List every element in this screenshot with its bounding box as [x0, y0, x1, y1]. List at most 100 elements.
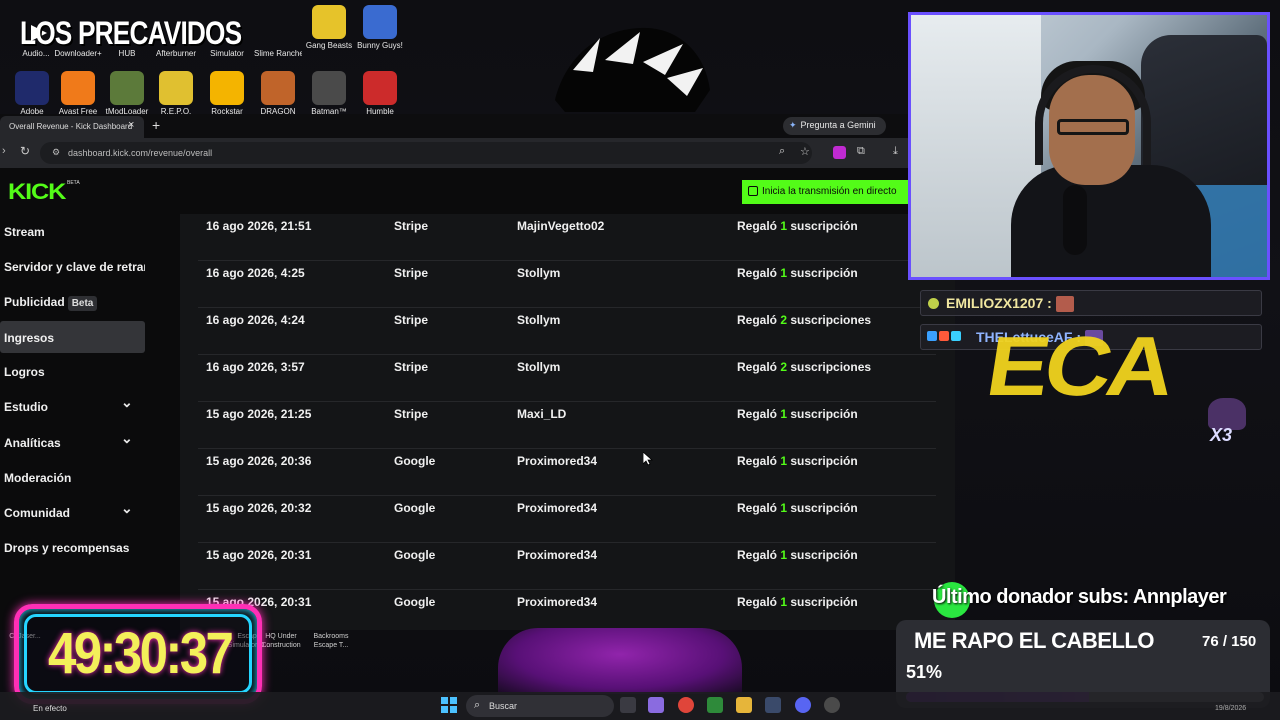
store-icon[interactable]	[765, 697, 781, 713]
desktop-icon[interactable]: Avast Free	[54, 71, 102, 116]
desktop-icon[interactable]: Humble	[356, 71, 404, 116]
taskbar-weather-text[interactable]: En efecto	[33, 704, 67, 713]
search-icon: ⌕	[474, 699, 481, 711]
desktop-icon[interactable]: Bunny Guys!	[356, 5, 404, 50]
webcam-feed	[908, 12, 1270, 280]
tab-overall-revenue[interactable]: Overall Revenue - Kick Dashboard	[0, 116, 144, 138]
back-arrow-icon[interactable]: ›	[2, 145, 6, 157]
tab-bar: Overall Revenue - Kick Dashboard × + ✦ Pr…	[0, 114, 910, 138]
mouse-cursor-icon	[643, 452, 653, 466]
desktop-icon[interactable]: tModLoader	[103, 71, 151, 116]
desktop-icon[interactable]: Gang Beasts	[305, 5, 353, 50]
table-row[interactable]: 16 ago 2026, 21:51 Stripe MajinVegetto02 Re…	[198, 214, 936, 261]
chat-message: EMILIOZX1207 :	[920, 290, 1262, 316]
app-icon	[312, 71, 346, 105]
table-row[interactable]: 15 ago 2026, 20:32 Google Proximored34 Rega…	[198, 496, 936, 543]
row-date: 15 ago 2026, 21:25	[206, 407, 312, 421]
sidebar-item[interactable]: Moderación	[0, 461, 145, 493]
sidebar-item-label: Estudio	[4, 400, 48, 414]
table-row[interactable]: 16 ago 2026, 4:25 Stripe Stollym Regaló 1 s…	[198, 261, 936, 308]
chrome-icon[interactable]	[678, 697, 694, 713]
sidebar-item[interactable]: Drops y recompensas	[0, 531, 145, 563]
channel-name: LOS PRECAVIDOS	[20, 14, 242, 51]
app-icon	[61, 71, 95, 105]
gemini-label: Pregunta a Gemini	[800, 120, 876, 130]
row-action: Regaló 1 suscripción	[737, 266, 858, 280]
sidebar-item[interactable]: Logros	[0, 355, 145, 387]
desktop-icon[interactable]: R.E.P.O.	[152, 71, 200, 116]
bookmark-star-icon[interactable]: ☆	[800, 145, 810, 158]
close-tab-icon[interactable]: ×	[128, 119, 134, 131]
table-row[interactable]: 15 ago 2026, 20:31 Google Proximored34 Rega…	[198, 543, 936, 590]
sidebar-item[interactable]: Publicidad Beta	[0, 285, 145, 317]
copilot-icon[interactable]	[648, 697, 664, 713]
browser-toolbar: › ↻ ⚙ dashboard.kick.com/revenue/overall…	[0, 138, 910, 168]
start-button[interactable]	[441, 697, 457, 713]
sidebar-item[interactable]: Comunidad ⌄	[0, 496, 145, 528]
row-username: Proximored34	[517, 454, 598, 468]
task-view-icon[interactable]	[620, 697, 636, 713]
gemini-button[interactable]: ✦ Pregunta a Gemini	[783, 117, 886, 135]
chevron-down-icon[interactable]: ⌄	[121, 394, 133, 411]
emote-icon	[1055, 296, 1074, 313]
app-icon	[15, 71, 49, 105]
goal-title: ME RAPO EL CABELLO	[914, 628, 1154, 653]
sidebar-item[interactable]: Stream	[0, 215, 145, 247]
table-row[interactable]: 16 ago 2026, 4:24 Stripe Stollym Regaló 2 s…	[198, 308, 936, 355]
reload-icon[interactable]: ↻	[20, 144, 30, 158]
row-date: 16 ago 2026, 4:24	[206, 313, 305, 327]
row-username: Proximored34	[517, 548, 598, 562]
chat-badge-icon	[928, 298, 939, 309]
desktop-icon[interactable]: Backrooms Escape T...	[306, 632, 356, 650]
row-action: Regaló 1 suscripción	[737, 454, 858, 468]
zoom-icon[interactable]: ⌕	[779, 145, 785, 158]
row-action: Regaló 1 suscripción	[737, 219, 858, 233]
app-icon	[363, 5, 397, 39]
chat-username: EMILIOZX1207 :	[946, 295, 1052, 311]
extension-icon[interactable]	[833, 146, 846, 159]
kick-header: KICK BETA Inicia la transmisión en direc…	[0, 168, 910, 214]
chevron-down-icon[interactable]: ⌄	[121, 430, 133, 447]
desktop-icon[interactable]: HQ Under Construction	[256, 632, 306, 650]
xbox-icon[interactable]	[707, 697, 723, 713]
row-date: 15 ago 2026, 20:31	[206, 548, 312, 562]
row-action: Regaló 1 suscripción	[737, 595, 858, 609]
sidebar-item[interactable]: Estudio ⌄	[0, 390, 145, 422]
row-payment-method: Google	[394, 454, 436, 468]
chevron-down-icon[interactable]: ⌄	[121, 500, 133, 517]
row-action: Regaló 2 suscripciones	[737, 360, 872, 374]
table-row[interactable]: 15 ago 2026, 20:31 Google Proximored34 Rega…	[198, 590, 936, 630]
table-row[interactable]: 15 ago 2026, 21:25 Stripe Maxi_LD Regaló 1 …	[198, 402, 936, 449]
desktop-icon[interactable]: Rockstar	[203, 71, 251, 116]
row-date: 15 ago 2026, 20:36	[206, 454, 312, 468]
desktop-icon-label: Bunny Guys!	[357, 41, 403, 50]
row-payment-method: Google	[394, 501, 436, 515]
address-bar[interactable]: ⚙ dashboard.kick.com/revenue/overall	[40, 142, 812, 164]
beta-badge: Beta	[67, 296, 98, 311]
sidebar-item[interactable]: Ingresos	[0, 321, 145, 353]
table-row[interactable]: 15 ago 2026, 20:36 Google Proximored34 Rega…	[198, 449, 936, 496]
site-info-icon[interactable]: ⚙	[52, 147, 60, 158]
app-icon	[210, 71, 244, 105]
sidebar-item-label: Publicidad	[4, 295, 65, 309]
file-explorer-icon[interactable]	[736, 697, 752, 713]
taskbar-search[interactable]: ⌕ Buscar	[466, 695, 614, 717]
kick-logo[interactable]: KICK	[8, 179, 66, 205]
new-tab-icon[interactable]: +	[152, 117, 160, 133]
steam-icon[interactable]	[824, 697, 840, 713]
sidebar-item[interactable]: Servidor y clave de retransmisión	[0, 250, 145, 282]
download-icon[interactable]: ⤓	[893, 145, 898, 158]
channel-logo: LOS PRECAVIDOS	[8, 10, 270, 56]
browser-window: Overall Revenue - Kick Dashboard × + ✦ Pr…	[0, 114, 955, 630]
go-live-label: Inicia la transmisión en directo	[762, 186, 897, 197]
extensions-puzzle-icon[interactable]: ⧉	[857, 145, 865, 158]
desktop-icon[interactable]: Adobe	[8, 71, 56, 116]
discord-icon[interactable]	[795, 697, 811, 713]
go-live-button[interactable]: Inicia la transmisión en directo	[742, 180, 910, 204]
desktop-icon[interactable]: Batman™	[305, 71, 353, 116]
sidebar-item[interactable]: Analíticas ⌄	[0, 426, 145, 458]
table-row[interactable]: 16 ago 2026, 3:57 Stripe Stollym Regaló 2 s…	[198, 355, 936, 402]
broadcast-icon	[748, 186, 758, 196]
desktop-icon-label: HQ Under Construction	[261, 633, 301, 649]
desktop-icon[interactable]: DRAGON	[254, 71, 302, 116]
